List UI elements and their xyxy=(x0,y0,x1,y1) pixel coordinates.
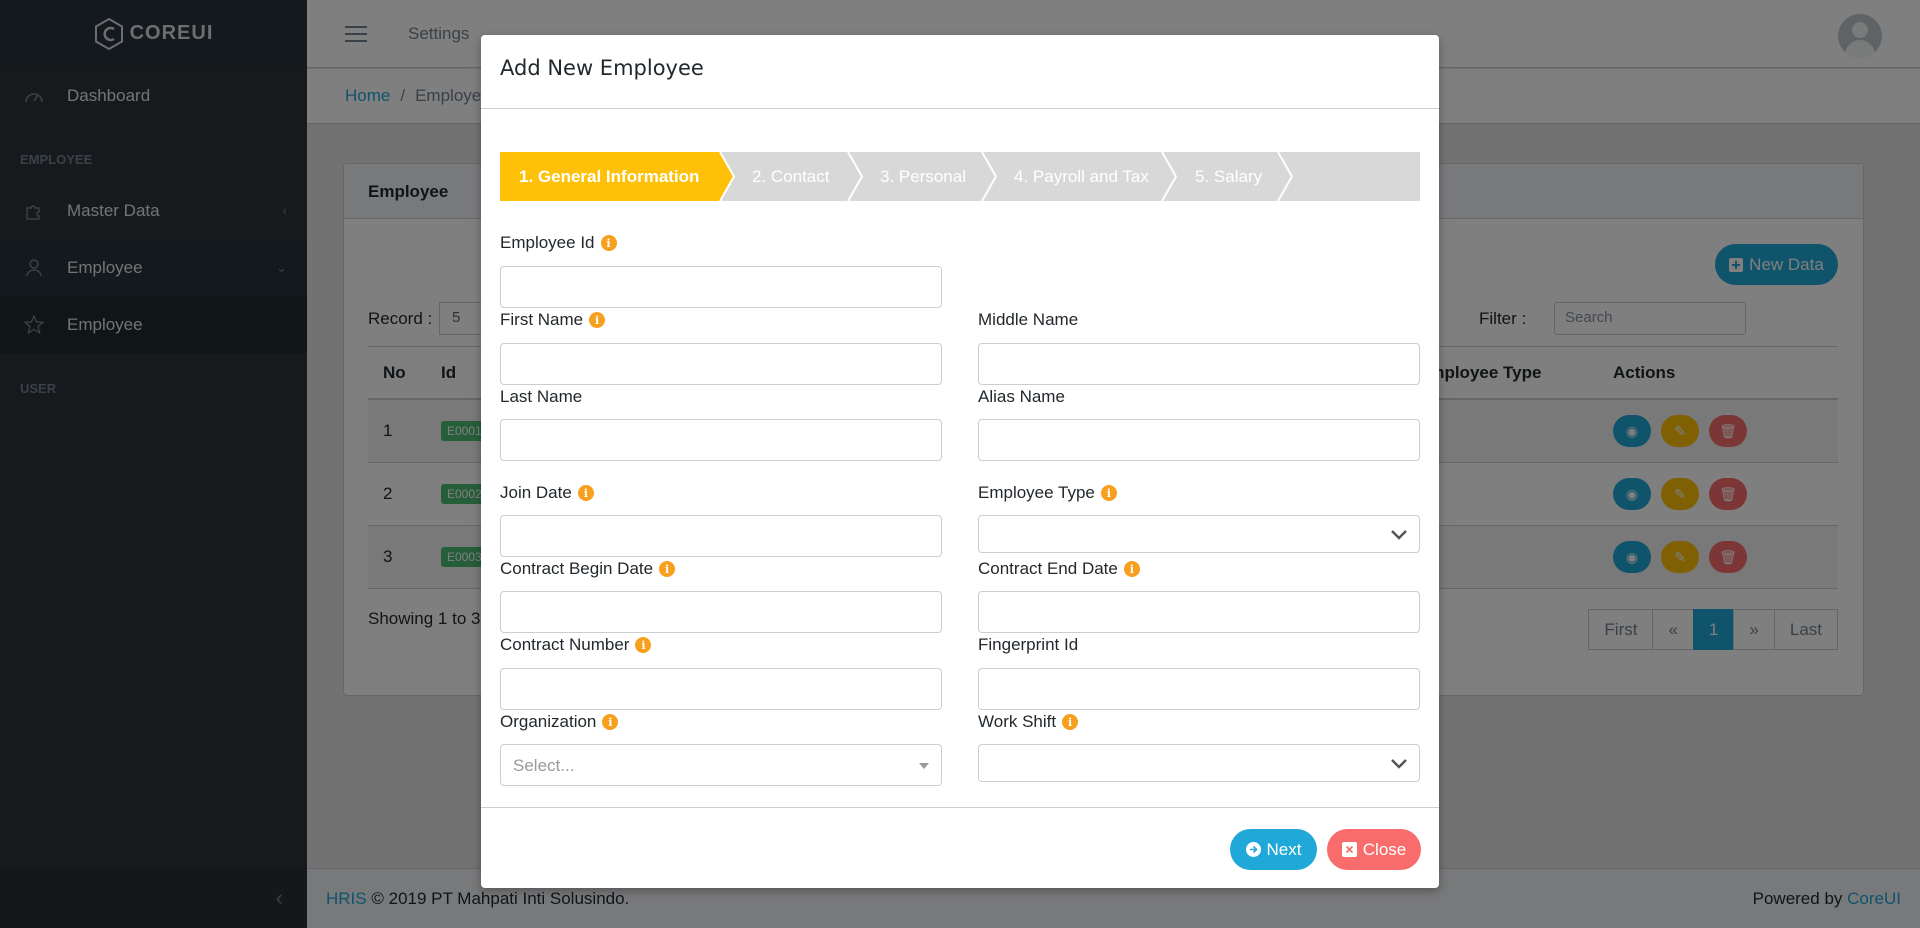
arrow-circle-right-icon xyxy=(1245,842,1261,857)
organization-select[interactable]: Select... xyxy=(500,744,942,786)
fingerprint-id-label: Fingerprint Id xyxy=(978,635,1078,655)
contract-number-field[interactable] xyxy=(500,668,942,710)
first-name-field[interactable] xyxy=(500,343,942,385)
employee-id-label: Employee Id i xyxy=(500,233,617,253)
label-text: Last Name xyxy=(500,387,583,406)
contract-begin-date-label: Contract Begin Date i xyxy=(500,559,676,579)
organization-label: Organization i xyxy=(500,712,619,732)
label-text: Contract End Date xyxy=(978,559,1118,578)
employee-type-select[interactable] xyxy=(978,515,1420,553)
label-text: Fingerprint Id xyxy=(978,635,1079,654)
info-icon: i xyxy=(589,312,606,328)
label-text: Work Shift xyxy=(978,712,1057,731)
step-general-information[interactable]: 1. General Information xyxy=(519,167,699,186)
fingerprint-id-field[interactable] xyxy=(978,668,1420,710)
organization-placeholder: Select... xyxy=(513,756,575,775)
info-icon: i xyxy=(1100,485,1117,501)
step-personal[interactable]: 3. Personal xyxy=(880,167,966,186)
employee-id-field[interactable] xyxy=(500,266,942,308)
first-name-label: First Name i xyxy=(500,310,606,330)
step-payroll-and-tax[interactable]: 4. Payroll and Tax xyxy=(1014,167,1149,186)
label-text: Contract Number xyxy=(500,635,630,654)
chevron-down-icon xyxy=(1391,530,1407,540)
contract-begin-date-field[interactable] xyxy=(500,591,942,633)
close-label: Close xyxy=(1362,839,1407,859)
contract-end-date-label: Contract End Date i xyxy=(978,559,1140,579)
modal-footer: Next Close xyxy=(481,807,1439,888)
next-label: Next xyxy=(1266,839,1302,859)
info-icon: i xyxy=(659,561,676,577)
info-icon: i xyxy=(1123,561,1140,577)
modal-title: Add New Employee xyxy=(500,56,704,80)
last-name-label: Last Name xyxy=(500,387,582,407)
caret-down-icon xyxy=(919,763,929,769)
alias-name-label: Alias Name xyxy=(978,387,1065,407)
close-button[interactable]: Close xyxy=(1327,829,1421,870)
label-text: Contract Begin Date xyxy=(500,559,654,578)
work-shift-label: Work Shift i xyxy=(978,712,1079,732)
step-salary[interactable]: 5. Salary xyxy=(1195,167,1263,186)
step-contact[interactable]: 2. Contact xyxy=(752,167,830,186)
contract-end-date-field[interactable] xyxy=(978,591,1420,633)
wizard-steps: 1. General Information 2. Contact 3. Per… xyxy=(500,152,1420,201)
last-name-field[interactable] xyxy=(500,419,942,461)
next-button[interactable]: Next xyxy=(1230,829,1317,870)
info-icon: i xyxy=(1062,714,1079,730)
middle-name-field[interactable] xyxy=(978,343,1420,385)
label-text: Employee Type xyxy=(978,483,1095,502)
contract-number-label: Contract Number i xyxy=(500,635,652,655)
alias-name-field[interactable] xyxy=(978,419,1420,461)
close-square-icon xyxy=(1341,842,1357,857)
info-icon: i xyxy=(635,637,652,653)
chevron-down-icon xyxy=(1391,759,1407,769)
work-shift-select[interactable] xyxy=(978,744,1420,782)
info-icon: i xyxy=(577,485,594,501)
label-text: Employee Id xyxy=(500,233,595,252)
modal-header: Add New Employee xyxy=(481,35,1439,109)
employee-type-label: Employee Type i xyxy=(978,483,1117,503)
label-text: Alias Name xyxy=(978,387,1065,406)
middle-name-label: Middle Name xyxy=(978,310,1078,330)
info-icon: i xyxy=(602,714,619,730)
label-text: Middle Name xyxy=(978,310,1079,329)
info-icon: i xyxy=(600,235,617,251)
label-text: First Name xyxy=(500,310,584,329)
add-employee-modal: Add New Employee 1. General Information … xyxy=(481,35,1439,888)
label-text: Organization xyxy=(500,712,597,731)
join-date-label: Join Date i xyxy=(500,483,594,503)
join-date-field[interactable] xyxy=(500,515,942,557)
label-text: Join Date xyxy=(500,483,572,502)
